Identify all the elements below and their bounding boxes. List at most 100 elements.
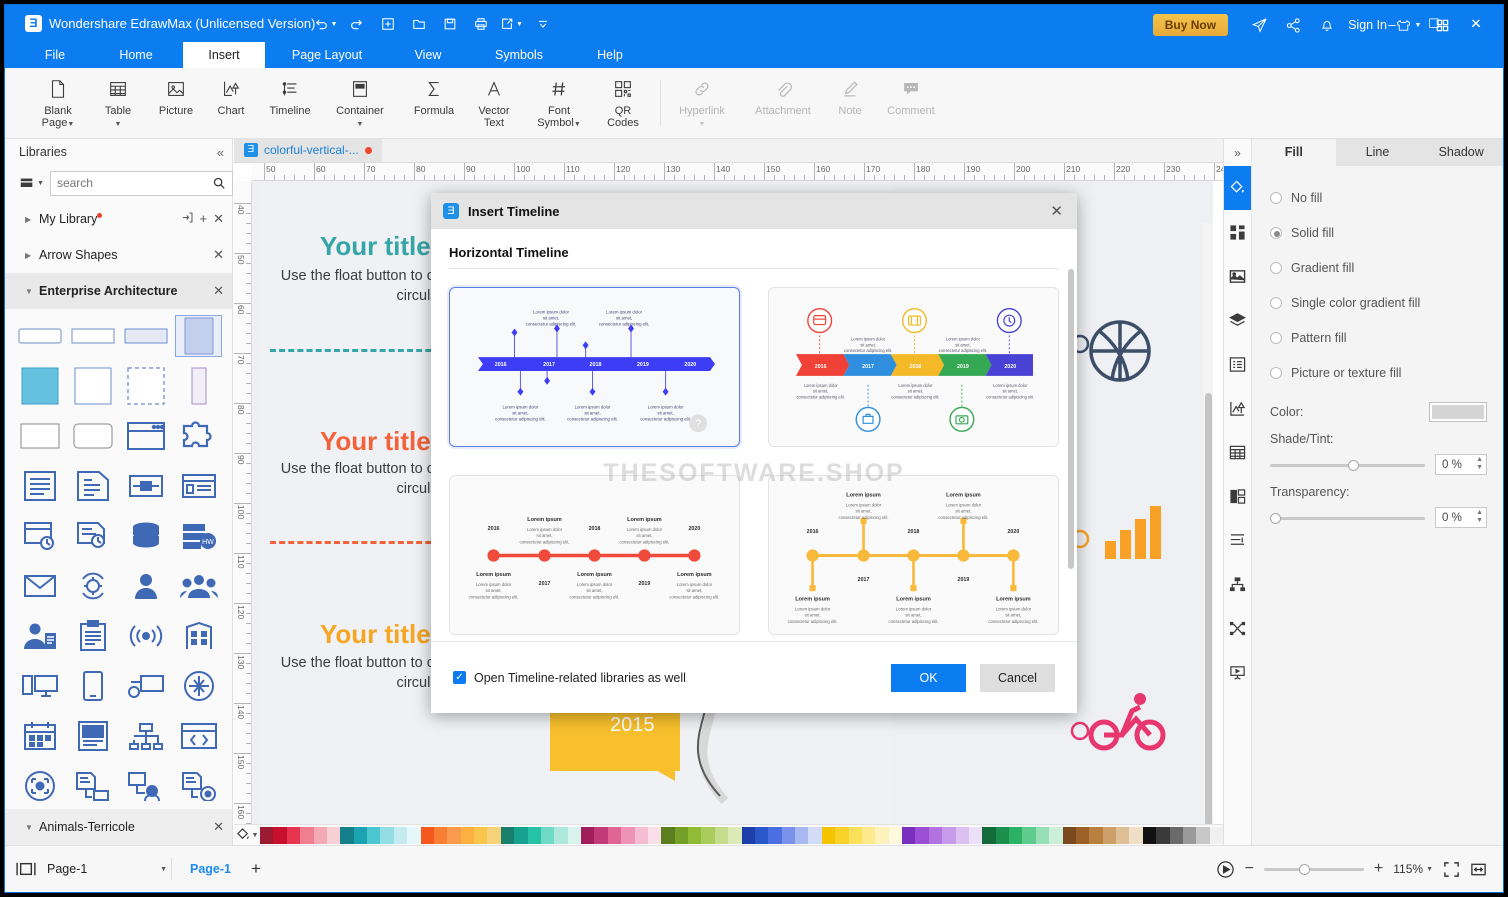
tl3-year-0: 2016	[488, 526, 500, 532]
tl1-cap-a2: sit amet,	[543, 316, 559, 321]
open-libraries-label[interactable]: Open Timeline-related libraries as well	[474, 671, 686, 685]
tl1-cap-d: Lorem ipsum dolor	[575, 404, 611, 409]
svg-text:sit amet,: sit amet,	[805, 613, 821, 618]
template-blue-arrow-band-timeline[interactable]: Lorem ipsum dolor sit amet, consectetur …	[449, 287, 740, 447]
edrawmax-window: Ǝ Wondershare EdrawMax (Unlicensed Versi…	[4, 4, 1504, 893]
tl1-cap-d3: consectetur adipiscing elit.	[567, 416, 618, 421]
svg-text:Lorem ipsum dolor: Lorem ipsum dolor	[476, 582, 512, 587]
svg-text:consectetur adipiscing elit.: consectetur adipiscing elit.	[520, 539, 570, 544]
dialog-buttons: OK Cancel	[891, 663, 1055, 692]
dialog-body: Horizontal Timeline Lorem ipsum dolor si…	[431, 229, 1077, 641]
tl3-head-a: Lorem ipsum	[527, 517, 562, 523]
svg-text:Lorem ipsum dolor: Lorem ipsum dolor	[946, 503, 982, 508]
svg-text:consectetur adipiscing elit.: consectetur adipiscing elit.	[669, 594, 719, 599]
dialog-header: Ǝ Insert Timeline ✕	[431, 193, 1077, 229]
svg-text:sit amet,: sit amet,	[686, 588, 702, 593]
svg-text:Lorem ipsum dolor: Lorem ipsum dolor	[846, 503, 882, 508]
svg-text:consectetur adipiscing elit.: consectetur adipiscing elit.	[469, 594, 519, 599]
svg-text:Lorem ipsum: Lorem ipsum	[795, 596, 830, 602]
tl1-cap-e3: consectetur adipiscing elit.	[640, 416, 691, 421]
svg-text:sit amet,: sit amet,	[1002, 389, 1018, 394]
svg-text:Lorem ipsum dolor: Lorem ipsum dolor	[996, 607, 1032, 612]
svg-text:consectetur adipiscing elit.: consectetur adipiscing elit.	[844, 348, 892, 353]
svg-text:Lorem ipsum dolor: Lorem ipsum dolor	[946, 336, 981, 341]
tl1-help-icon: ?	[695, 418, 701, 430]
svg-text:sit amet,: sit amet,	[860, 342, 876, 347]
svg-text:Lorem ipsum dolor: Lorem ipsum dolor	[993, 383, 1028, 388]
svg-text:consectetur adipiscing elit.: consectetur adipiscing elit.	[888, 619, 938, 624]
cancel-button[interactable]: Cancel	[980, 663, 1055, 692]
dialog-logo-icon: Ǝ	[443, 203, 459, 219]
tl1-cap-b3: consectetur adipiscing elit.	[599, 322, 650, 327]
svg-text:Lorem ipsum: Lorem ipsum	[996, 596, 1031, 602]
svg-text:consectetur adipiscing elit.: consectetur adipiscing elit.	[938, 515, 988, 520]
tl3-year-1: 2017	[539, 581, 551, 587]
svg-text:Lorem ipsum: Lorem ipsum	[577, 572, 612, 578]
tl2-year-1: 2017	[862, 364, 874, 370]
dialog-title: Insert Timeline	[468, 203, 560, 219]
template-preview: 2016 2017 2018 2019 2020 Lorem ipsum dolor…	[795, 308, 1034, 432]
template-preview: 2016 2018 2020 2017 2019 Lorem ipsum Lorem …	[469, 517, 720, 599]
svg-text:consectetur adipiscing elit.: consectetur adipiscing elit.	[619, 539, 669, 544]
dialog-close-icon[interactable]: ✕	[1046, 202, 1067, 220]
svg-text:Lorem ipsum dolor: Lorem ipsum dolor	[851, 336, 886, 341]
tl1-year-4: 2020	[684, 362, 696, 368]
template-grid: Lorem ipsum dolor sit amet, consectetur …	[449, 287, 1059, 635]
tl1-cap-c2: sit amet,	[512, 410, 528, 415]
svg-text:consectetur adipiscing elit.: consectetur adipiscing elit.	[569, 594, 619, 599]
svg-text:consectetur adipiscing elit.: consectetur adipiscing elit.	[988, 619, 1038, 624]
svg-text:Lorem ipsum dolor: Lorem ipsum dolor	[896, 607, 932, 612]
svg-text:Lorem ipsum: Lorem ipsum	[896, 596, 931, 602]
svg-text:sit amet,: sit amet,	[955, 342, 971, 347]
tl2-year-3: 2019	[957, 364, 969, 370]
svg-text:sit amet,: sit amet,	[813, 389, 829, 394]
tl2-year-4: 2020	[1004, 364, 1016, 370]
svg-text:consectetur adipiscing elit.: consectetur adipiscing elit.	[788, 619, 838, 624]
tl1-year-1: 2017	[543, 362, 555, 368]
scroll-thumb[interactable]	[1068, 269, 1074, 569]
svg-text:sit amet,: sit amet,	[486, 588, 502, 593]
svg-text:sit amet,: sit amet,	[905, 613, 921, 618]
svg-text:sit amet,: sit amet,	[908, 389, 924, 394]
template-preview: Lorem ipsum dolor sit amet, consectetur …	[477, 310, 715, 433]
tl1-cap-d2: sit amet,	[584, 410, 600, 415]
dialog-footer: ✓ Open Timeline-related libraries as wel…	[431, 641, 1077, 713]
svg-text:sit amet,: sit amet,	[636, 533, 652, 538]
tl4-year-3: 2019	[958, 577, 970, 583]
tl1-cap-e2: sit amet,	[657, 410, 673, 415]
template-multicolor-chevron-icon-timeline[interactable]: 2016 2017 2018 2019 2020 Lorem ipsum dolor…	[768, 287, 1059, 447]
tl2-year-2: 2018	[910, 364, 922, 370]
dialog-scrollbar[interactable]	[1068, 269, 1074, 569]
tl1-cap-c3: consectetur adipiscing elit.	[495, 416, 546, 421]
svg-text:consectetur adipiscing elit.: consectetur adipiscing elit.	[796, 395, 844, 400]
svg-text:Lorem ipsum: Lorem ipsum	[946, 492, 981, 498]
tl3-year-4: 2020	[688, 526, 700, 532]
template-yellow-stem-line-timeline[interactable]: 2016 2018 2020 2017 2019 Lorem ipsum Lorem …	[768, 475, 1059, 635]
tl4-head-a: Lorem ipsum	[846, 492, 881, 498]
svg-text:Lorem ipsum dolor: Lorem ipsum dolor	[795, 607, 831, 612]
svg-text:consectetur adipiscing elit.: consectetur adipiscing elit.	[939, 348, 987, 353]
svg-text:Lorem ipsum: Lorem ipsum	[677, 572, 712, 578]
tl1-cap-b2: sit amet,	[616, 316, 632, 321]
tl1-cap-a3: consectetur adipiscing elit.	[526, 322, 577, 327]
tl4-year-2: 2018	[908, 529, 920, 535]
svg-text:sit amet,: sit amet,	[855, 509, 871, 514]
open-libraries-checkbox[interactable]: ✓	[453, 671, 466, 684]
tl4-year-0: 2016	[807, 529, 819, 535]
svg-text:Lorem ipsum dolor: Lorem ipsum dolor	[577, 582, 613, 587]
svg-text:Lorem ipsum dolor: Lorem ipsum dolor	[677, 582, 713, 587]
tl1-cap-c: Lorem ipsum dolor	[503, 404, 539, 409]
ok-button[interactable]: OK	[891, 663, 966, 692]
svg-text:consectetur adipiscing elit.: consectetur adipiscing elit.	[986, 395, 1034, 400]
insert-timeline-dialog: Ǝ Insert Timeline ✕ Horizontal Timeline …	[431, 193, 1077, 713]
svg-text:Lorem ipsum dolor: Lorem ipsum dolor	[898, 383, 933, 388]
tl1-cap-e: Lorem ipsum dolor	[648, 404, 684, 409]
tl2-year-0: 2016	[815, 364, 827, 370]
svg-text:sit amet,: sit amet,	[586, 588, 602, 593]
svg-text:sit amet,: sit amet,	[955, 509, 971, 514]
template-red-dot-line-timeline[interactable]: 2016 2018 2020 2017 2019 Lorem ipsum Lorem …	[449, 475, 740, 635]
tl3-year-3: 2019	[639, 581, 651, 587]
svg-text:consectetur adipiscing elit.: consectetur adipiscing elit.	[839, 515, 889, 520]
modal-overlay: Ǝ Insert Timeline ✕ Horizontal Timeline …	[5, 5, 1503, 892]
svg-text:Lorem ipsum: Lorem ipsum	[627, 517, 662, 523]
